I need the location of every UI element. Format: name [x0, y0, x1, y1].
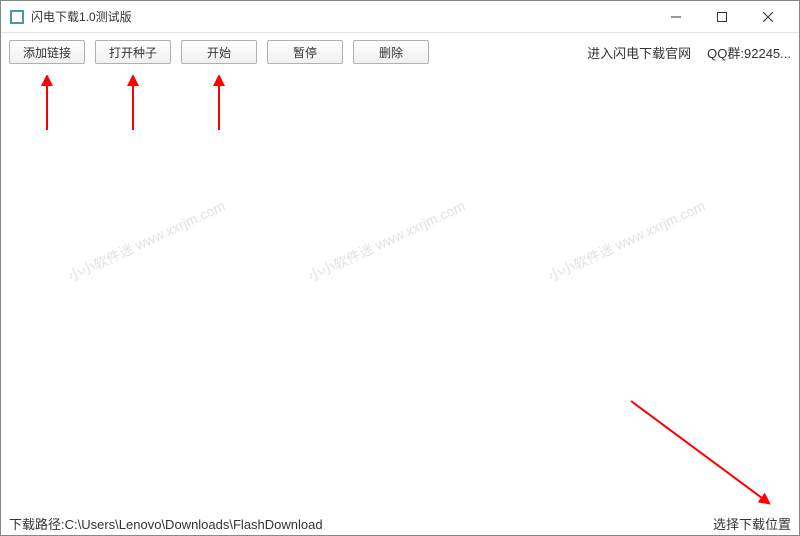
statusbar: 下载路径:C:\Users\Lenovo\Downloads\FlashDown… — [1, 511, 799, 535]
path-value: C:\Users\Lenovo\Downloads\FlashDownload — [65, 517, 323, 532]
toolbar: 添加链接 打开种子 开始 暂停 删除 进入闪电下载官网 QQ群:92245... — [1, 33, 799, 71]
path-label: 下载路径: — [9, 517, 65, 532]
window-title: 闪电下载1.0测试版 — [31, 8, 653, 25]
delete-button[interactable]: 删除 — [353, 40, 429, 64]
official-site-link[interactable]: 进入闪电下载官网 — [587, 43, 691, 62]
maximize-button[interactable] — [699, 1, 745, 33]
window-controls — [653, 1, 791, 33]
watermark: 小小软件迷 www.xxrjm.com — [305, 196, 469, 286]
download-list-area: 小小软件迷 www.xxrjm.com 小小软件迷 www.xxrjm.com … — [1, 71, 799, 511]
minimize-button[interactable] — [653, 1, 699, 33]
watermark: 小小软件迷 www.xxrjm.com — [545, 196, 709, 286]
choose-location-link[interactable]: 选择下载位置 — [713, 514, 791, 533]
pause-button[interactable]: 暂停 — [267, 40, 343, 64]
toolbar-right: 进入闪电下载官网 QQ群:92245... — [587, 43, 791, 62]
download-path: 下载路径:C:\Users\Lenovo\Downloads\FlashDown… — [9, 514, 713, 533]
close-button[interactable] — [745, 1, 791, 33]
titlebar: 闪电下载1.0测试版 — [1, 1, 799, 33]
start-button[interactable]: 开始 — [181, 40, 257, 64]
watermark: 小小软件迷 www.xxrjm.com — [65, 196, 229, 286]
open-seed-button[interactable]: 打开种子 — [95, 40, 171, 64]
qq-group-link[interactable]: QQ群:92245... — [707, 43, 791, 62]
app-icon — [9, 9, 25, 25]
add-link-button[interactable]: 添加链接 — [9, 40, 85, 64]
